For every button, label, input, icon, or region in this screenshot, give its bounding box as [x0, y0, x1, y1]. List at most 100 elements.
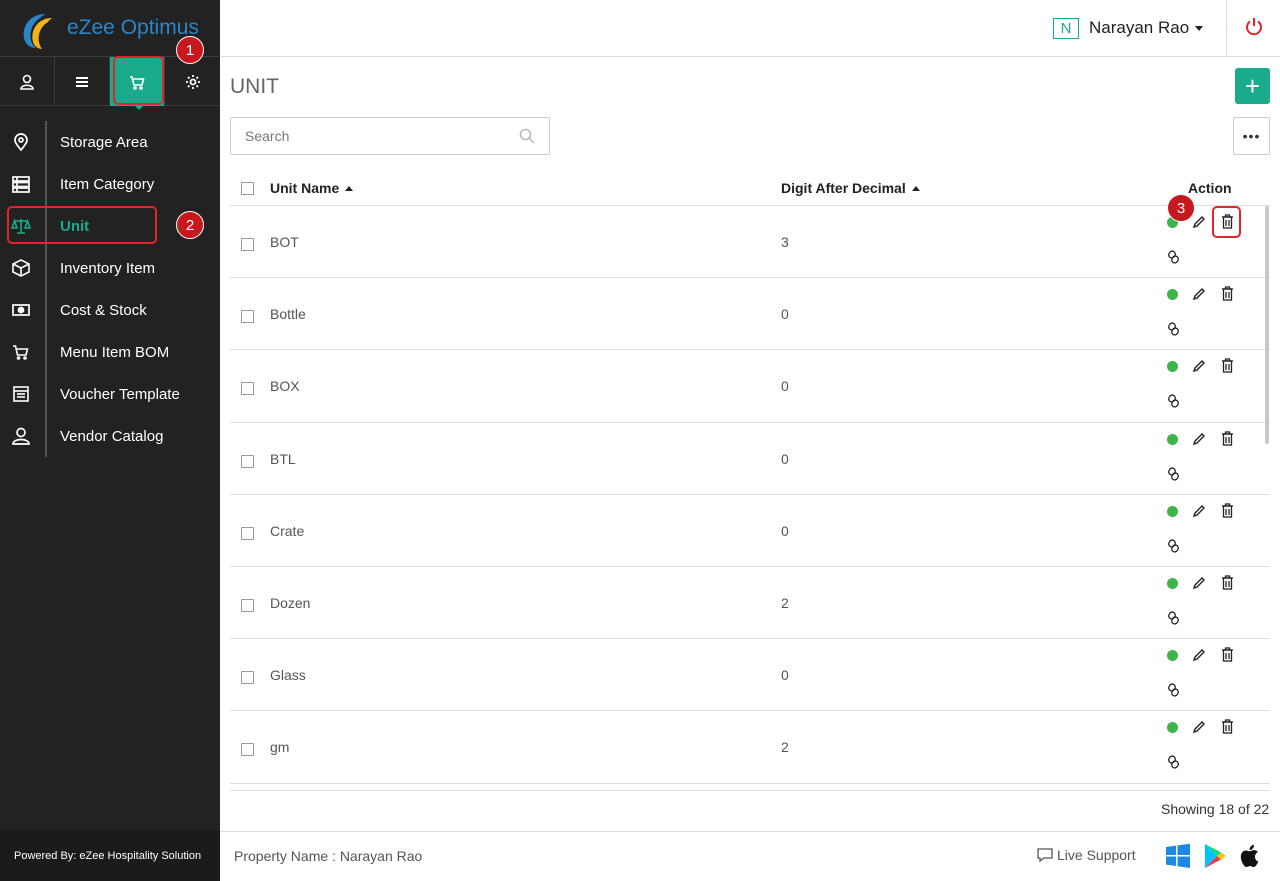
sidebar-item-menu-item-bom[interactable]: Menu Item BOM — [0, 331, 220, 373]
page-footer: Property Name : Narayan Rao Live Support — [220, 831, 1280, 881]
pencil-icon[interactable] — [1192, 576, 1206, 590]
column-unit-name[interactable]: Unit Name — [270, 180, 354, 196]
powered-by: Powered By: eZee Hospitality Solution — [0, 830, 220, 881]
unit-name-cell: Glass — [270, 667, 306, 684]
digit-cell: 0 — [781, 306, 789, 323]
highlight-delete-button — [1212, 206, 1241, 238]
unit-name-cell: BOT — [270, 234, 299, 250]
row-checkbox[interactable] — [241, 671, 254, 685]
column-digit-after-decimal[interactable]: Digit After Decimal — [781, 180, 920, 196]
select-all-checkbox[interactable] — [241, 182, 254, 195]
status-active-icon[interactable] — [1167, 505, 1178, 517]
location-pin-icon — [10, 132, 32, 152]
search-input[interactable] — [231, 118, 501, 154]
status-active-icon[interactable] — [1167, 433, 1178, 445]
apple-icon[interactable] — [1237, 843, 1263, 869]
more-options-button[interactable]: ••• — [1233, 117, 1270, 155]
link-icon[interactable] — [1167, 755, 1180, 769]
unit-name-cell: Crate — [270, 522, 305, 539]
sidebar-item-cost-stock[interactable]: Cost & Stock — [0, 289, 220, 331]
status-active-icon[interactable] — [1167, 722, 1178, 734]
row-checkbox[interactable] — [241, 238, 254, 251]
table-row: Dozen 2 — [230, 567, 1270, 640]
table-bottom-border — [230, 790, 1270, 791]
digit-cell: 0 — [781, 378, 789, 395]
sidebar-item-vendor-catalog[interactable]: Vendor Catalog — [0, 415, 220, 457]
step-badge-3: 3 — [1167, 194, 1195, 222]
trash-icon[interactable] — [1221, 647, 1234, 662]
settings-tab[interactable] — [165, 57, 220, 106]
pencil-icon[interactable] — [1192, 359, 1206, 373]
digit-cell: 3 — [781, 234, 789, 250]
live-support-label: Live Support — [1057, 847, 1136, 863]
link-icon[interactable] — [1167, 611, 1180, 625]
link-icon[interactable] — [1167, 250, 1180, 264]
user-tab[interactable] — [0, 57, 55, 106]
sidebar-item-label: Voucher Template — [60, 386, 180, 403]
sidebar-item-storage-area[interactable]: Storage Area — [0, 121, 220, 163]
row-checkbox[interactable] — [241, 382, 254, 396]
pencil-icon[interactable] — [1192, 432, 1206, 446]
user-avatar[interactable]: N — [1053, 18, 1079, 39]
status-active-icon[interactable] — [1167, 650, 1178, 662]
power-icon[interactable] — [1243, 16, 1265, 38]
unit-name-cell: BTL — [270, 450, 296, 467]
unit-name-cell: Bottle — [270, 306, 306, 323]
link-icon[interactable] — [1167, 467, 1180, 481]
vendor-icon — [10, 426, 32, 446]
record-count: Showing 18 of 22 — [1161, 801, 1270, 817]
brand-name: eZee Optimus — [67, 16, 199, 39]
row-checkbox[interactable] — [241, 598, 254, 612]
trash-icon[interactable] — [1221, 358, 1234, 374]
trash-icon[interactable] — [1221, 286, 1234, 301]
user-name[interactable]: Narayan Rao — [1089, 18, 1189, 38]
search-icon[interactable] — [519, 128, 535, 144]
table-scrollbar[interactable] — [1265, 206, 1269, 444]
row-checkbox[interactable] — [241, 743, 254, 757]
column-action: Action — [1188, 180, 1232, 196]
windows-store-icon[interactable] — [1165, 843, 1191, 869]
status-active-icon[interactable] — [1167, 577, 1178, 589]
trash-icon[interactable] — [1221, 503, 1234, 518]
status-active-icon[interactable] — [1167, 289, 1178, 301]
link-icon[interactable] — [1167, 322, 1180, 336]
pencil-icon[interactable] — [1192, 215, 1206, 229]
link-icon[interactable] — [1167, 539, 1180, 553]
row-checkbox[interactable] — [241, 310, 254, 324]
step-badge-2: 2 — [176, 211, 204, 239]
link-icon[interactable] — [1167, 683, 1180, 697]
pencil-icon[interactable] — [1192, 648, 1206, 662]
link-icon[interactable] — [1167, 394, 1180, 408]
highlight-unit-item — [7, 206, 157, 244]
trash-icon[interactable] — [1221, 430, 1234, 446]
sidebar-menu: Storage Area Item Category Unit Inventor… — [0, 121, 220, 457]
table-row: Bottle 0 — [230, 278, 1270, 351]
property-name: Property Name : Narayan Rao — [234, 848, 423, 864]
live-support-link[interactable]: Live Support — [1037, 847, 1136, 863]
table-row: BOT 3 — [230, 206, 1270, 279]
pencil-icon[interactable] — [1192, 720, 1206, 734]
sidebar-item-item-category[interactable]: Item Category — [0, 163, 220, 205]
menu-icon — [76, 76, 88, 87]
pencil-icon[interactable] — [1192, 504, 1206, 518]
row-checkbox[interactable] — [241, 526, 254, 540]
pencil-icon[interactable] — [1192, 287, 1206, 301]
table-body: BOT 3 Bottle 0 BOX 0 BTL 0 Crate 0 Dozen… — [230, 206, 1270, 790]
status-active-icon[interactable] — [1167, 361, 1178, 373]
chevron-down-icon[interactable] — [1195, 26, 1203, 31]
menu-tab[interactable] — [55, 57, 110, 106]
trash-icon[interactable] — [1221, 575, 1234, 590]
sidebar-item-inventory-item[interactable]: Inventory Item — [0, 247, 220, 289]
sort-asc-icon — [911, 186, 920, 191]
money-icon — [10, 300, 32, 320]
gear-icon — [185, 74, 200, 89]
row-checkbox[interactable] — [241, 454, 254, 468]
top-header: N Narayan Rao — [220, 0, 1280, 57]
sidebar-item-label: Inventory Item — [60, 260, 156, 277]
add-unit-button[interactable]: + — [1235, 68, 1270, 104]
sort-asc-icon — [345, 186, 354, 191]
sidebar-item-label: Menu Item BOM — [60, 344, 170, 361]
sidebar-item-voucher-template[interactable]: Voucher Template — [0, 373, 220, 415]
google-play-icon[interactable] — [1202, 843, 1228, 869]
trash-icon[interactable] — [1221, 719, 1234, 734]
